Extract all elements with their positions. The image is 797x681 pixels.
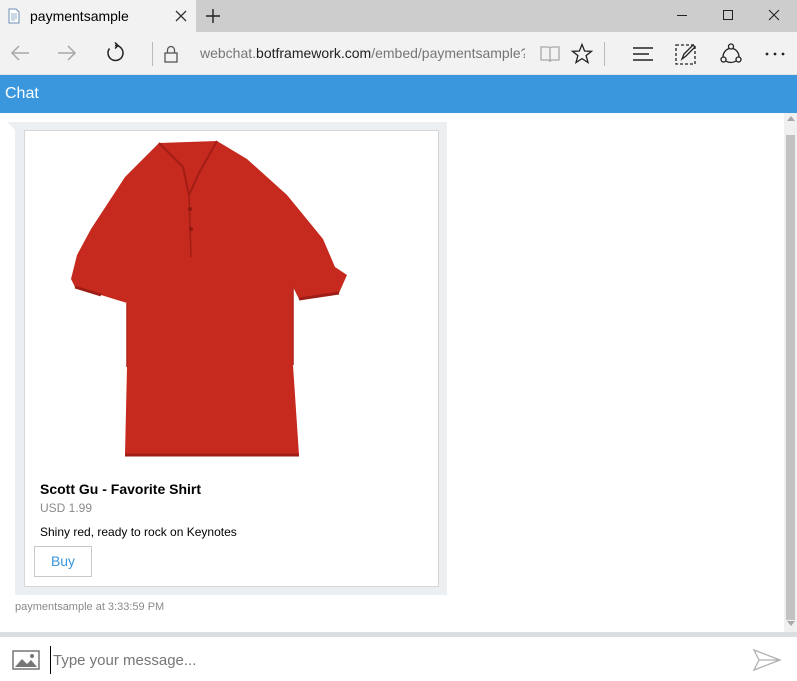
buy-button[interactable]: Buy (34, 546, 92, 577)
close-icon[interactable] (173, 8, 189, 24)
forward-icon[interactable] (54, 40, 80, 66)
refresh-icon[interactable] (102, 40, 128, 66)
address-field[interactable]: webchat.botframework.com/embed/paymentsa… (200, 45, 525, 61)
star-icon[interactable] (570, 42, 594, 66)
message-composer (0, 632, 797, 681)
more-icon[interactable] (763, 42, 787, 66)
chat-header: Chat (0, 75, 797, 113)
page-icon (8, 8, 20, 24)
shirt-image (71, 140, 347, 457)
hub-icon[interactable] (631, 42, 655, 66)
scroll-thumb[interactable] (786, 135, 795, 620)
message-bubble: Scott Gu - Favorite Shirt USD 1.99 Shiny… (15, 122, 447, 595)
window-close-button[interactable] (751, 0, 797, 32)
tab-title: paymentsample (30, 8, 129, 24)
share-icon[interactable] (719, 42, 743, 66)
message-timestamp: paymentsample at 3:33:59 PM (15, 601, 165, 613)
url-host: botframework.com (256, 45, 372, 61)
chat-history[interactable]: Scott Gu - Favorite Shirt USD 1.99 Shiny… (0, 113, 797, 632)
reading-view-icon[interactable] (538, 42, 562, 66)
minimize-button[interactable] (659, 0, 705, 32)
url-path: /embed/paymentsample?s= (371, 45, 525, 61)
back-icon[interactable] (7, 40, 33, 66)
url-prefix: webchat. (200, 45, 257, 61)
separator (604, 42, 605, 66)
web-note-icon[interactable] (674, 42, 698, 66)
lock-icon[interactable] (162, 44, 180, 64)
address-bar: webchat.botframework.com/embed/paymentsa… (0, 32, 797, 75)
image-upload-icon[interactable] (12, 650, 40, 670)
send-icon[interactable] (752, 648, 782, 672)
browser-tab[interactable]: paymentsample (0, 0, 196, 32)
minimize-icon (677, 15, 687, 16)
scrollbar[interactable] (784, 113, 797, 632)
scroll-down-arrow-icon[interactable] (787, 621, 795, 626)
window-close-icon (768, 9, 780, 21)
card-price: USD 1.99 (40, 501, 93, 515)
separator (152, 42, 153, 66)
chat-title: Chat (5, 85, 39, 102)
maximize-icon (723, 10, 733, 20)
message-input[interactable] (50, 646, 740, 674)
maximize-button[interactable] (705, 0, 751, 32)
browser-tab-bar: paymentsample (0, 0, 797, 32)
card-description: Shiny red, ready to rock on Keynotes (40, 525, 237, 539)
bubble-tail (7, 122, 15, 130)
plus-icon[interactable] (203, 6, 223, 26)
scroll-up-arrow-icon[interactable] (787, 116, 795, 121)
product-card: Scott Gu - Favorite Shirt USD 1.99 Shiny… (24, 130, 439, 587)
card-title: Scott Gu - Favorite Shirt (40, 481, 202, 497)
